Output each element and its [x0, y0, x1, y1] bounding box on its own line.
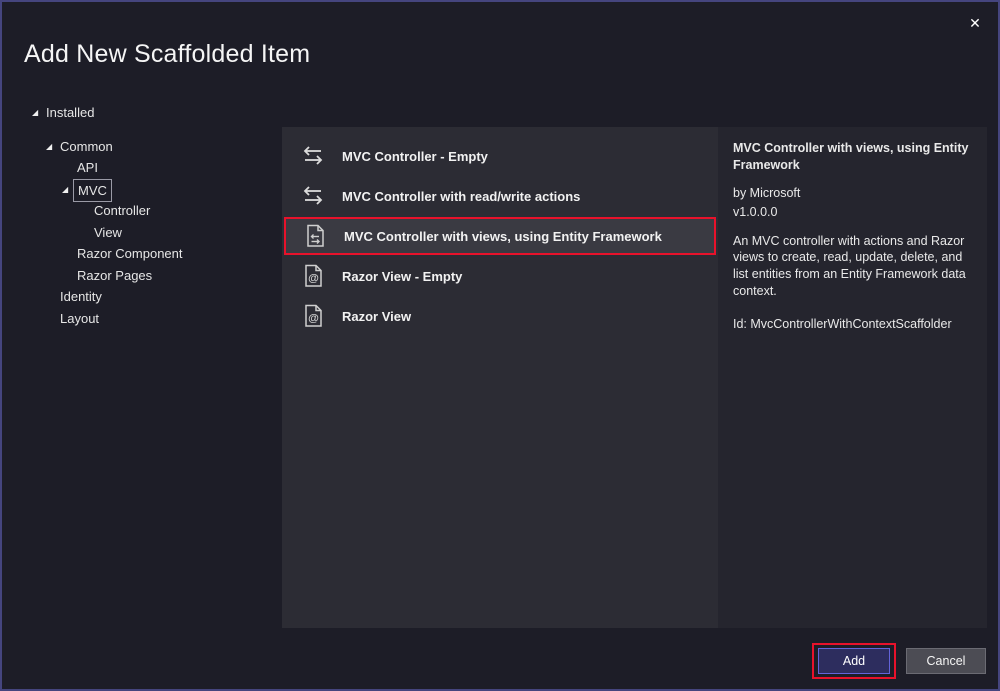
tree-item-label: Razor Component — [77, 243, 183, 265]
tree-item-api[interactable]: API — [4, 157, 280, 179]
list-item-razor-view-empty[interactable]: @ Razor View - Empty — [282, 256, 718, 296]
expand-triangle-icon[interactable] — [46, 136, 52, 158]
razor-view-icon: @ — [300, 263, 326, 289]
tree-item-controller[interactable]: Controller — [4, 200, 280, 222]
details-version: v1.0.0.0 — [733, 204, 972, 221]
svg-text:@: @ — [308, 313, 319, 325]
tree-item-installed[interactable]: Installed — [4, 102, 280, 124]
tree-item-label: MVC — [73, 179, 112, 203]
close-icon[interactable]: ✕ — [964, 12, 986, 34]
mvc-controller-ef-icon — [302, 223, 328, 249]
template-list: MVC Controller - Empty MVC Controller wi… — [282, 127, 718, 628]
razor-view-icon: @ — [300, 303, 326, 329]
tree-item-identity[interactable]: Identity — [4, 286, 280, 308]
cancel-button[interactable]: Cancel — [906, 648, 986, 674]
list-item-label: MVC Controller with views, using Entity … — [344, 229, 662, 244]
list-item-mvc-controller-readwrite[interactable]: MVC Controller with read/write actions — [282, 176, 718, 216]
details-title: MVC Controller with views, using Entity … — [733, 140, 972, 174]
expand-triangle-icon[interactable] — [32, 102, 38, 124]
tree-item-label: Identity — [60, 286, 102, 308]
mvc-controller-icon — [300, 143, 326, 169]
list-item-label: Razor View — [342, 309, 411, 324]
add-button[interactable]: Add — [818, 648, 890, 674]
tree-item-label: Layout — [60, 308, 99, 330]
dialog-title: Add New Scaffolded Item — [24, 40, 310, 69]
list-item-mvc-controller-empty[interactable]: MVC Controller - Empty — [282, 136, 718, 176]
template-details: MVC Controller with views, using Entity … — [718, 127, 987, 628]
tree-item-razor-component[interactable]: Razor Component — [4, 243, 280, 265]
list-item-label: MVC Controller with read/write actions — [342, 189, 580, 204]
tree-item-label: Common — [60, 136, 113, 158]
tree-item-razor-pages[interactable]: Razor Pages — [4, 265, 280, 287]
add-scaffolded-item-dialog: Add New Scaffolded Item ✕ Installed Comm… — [0, 0, 1000, 691]
expand-triangle-icon[interactable] — [62, 179, 68, 201]
list-item-razor-view[interactable]: @ Razor View — [282, 296, 718, 336]
add-button-highlight: Add — [812, 643, 896, 679]
tree-item-mvc[interactable]: MVC — [4, 179, 280, 201]
tree-item-label: Razor Pages — [77, 265, 152, 287]
list-item-mvc-controller-views-ef[interactable]: MVC Controller with views, using Entity … — [284, 217, 716, 255]
details-id: Id: MvcControllerWithContextScaffolder — [733, 316, 972, 333]
tree-item-label: Controller — [94, 200, 150, 222]
svg-text:@: @ — [308, 273, 319, 285]
tree-item-label: View — [94, 222, 122, 244]
tree-item-label: API — [77, 157, 98, 179]
tree-item-layout[interactable]: Layout — [4, 308, 280, 330]
tree-item-label: Installed — [46, 102, 94, 124]
tree-item-view[interactable]: View — [4, 222, 280, 244]
details-author: by Microsoft — [733, 185, 972, 202]
dialog-footer: Add Cancel — [812, 643, 986, 679]
category-tree: Installed Common API MVC Controller View… — [4, 102, 280, 625]
tree-item-common[interactable]: Common — [4, 136, 280, 158]
mvc-controller-icon — [300, 183, 326, 209]
details-description: An MVC controller with actions and Razor… — [733, 233, 972, 301]
list-item-label: MVC Controller - Empty — [342, 149, 488, 164]
list-item-label: Razor View - Empty — [342, 269, 462, 284]
